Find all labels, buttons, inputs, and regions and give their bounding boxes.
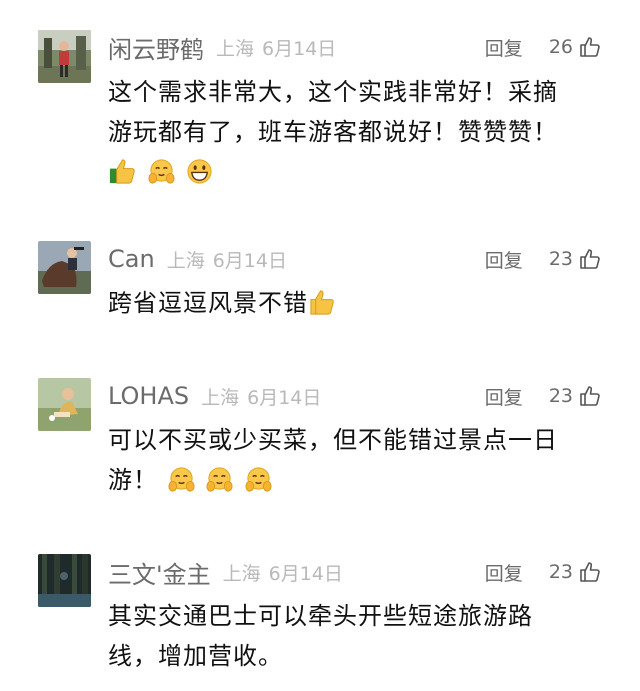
thumbs-up-emoji-icon xyxy=(308,288,337,317)
thumbs-up-outline-icon[interactable] xyxy=(578,560,602,584)
thumbs-up-outline-icon[interactable] xyxy=(578,247,602,271)
comment-actions: 回复 26 xyxy=(485,29,602,65)
like-count: 26 xyxy=(548,36,573,58)
hugging-face-emoji-icon xyxy=(205,465,234,494)
thumbs-up-emoji-icon xyxy=(108,157,137,186)
hugging-face-emoji-icon xyxy=(147,157,176,186)
comment-meta: LOHAS 上海 6月14日 xyxy=(108,378,321,414)
comment-text-line: 游玩都有了，班车游客都说好！赞赞赞！ xyxy=(108,118,558,146)
avatar[interactable] xyxy=(38,378,91,431)
location: 上海 xyxy=(201,386,240,409)
avatar[interactable] xyxy=(38,30,91,83)
comment-text-line: 游！ xyxy=(108,466,158,494)
reply-button[interactable]: 回复 xyxy=(485,34,523,61)
thumbs-up-outline-icon[interactable] xyxy=(578,35,602,59)
comment-meta: 闲云野鹤 上海 6月14日 xyxy=(108,29,336,65)
comment-meta: Can 上海 6月14日 xyxy=(108,241,287,277)
comment-text-line: 这个需求非常大，这个实践非常好！采摘 xyxy=(108,78,558,106)
location: 上海 xyxy=(166,249,205,272)
date: 6月14日 xyxy=(268,562,343,585)
comment-text-line: 跨省逗逗风景不错 xyxy=(108,289,308,317)
comment-text-line: 可以不买或少买菜，但不能错过景点一日 xyxy=(108,426,558,454)
grinning-face-emoji-icon xyxy=(185,157,214,186)
comment-actions: 回复 23 xyxy=(485,554,602,590)
comment-text: 可以不买或少买菜，但不能错过景点一日 游！ xyxy=(108,420,608,501)
reply-button[interactable]: 回复 xyxy=(485,246,523,273)
comment-text-line: 其实交通巴士可以牵头开些短途旅游路 xyxy=(108,602,533,630)
emoji-row xyxy=(108,153,215,193)
like-count: 23 xyxy=(548,561,573,583)
date: 6月14日 xyxy=(262,37,337,60)
like-count: 23 xyxy=(548,385,573,407)
comment-actions: 回复 23 xyxy=(485,378,602,414)
thumbs-up-outline-icon[interactable] xyxy=(578,384,602,408)
avatar[interactable] xyxy=(38,241,91,294)
comment-text: 跨省逗逗风景不错 xyxy=(108,283,608,324)
username[interactable]: 闲云野鹤 xyxy=(108,30,204,65)
username[interactable]: LOHAS xyxy=(108,382,189,410)
hugging-face-emoji-icon xyxy=(244,465,273,494)
location: 上海 xyxy=(222,562,261,585)
username[interactable]: 三文'金主 xyxy=(108,555,211,590)
date: 6月14日 xyxy=(247,386,322,409)
emoji-row xyxy=(308,284,338,324)
emoji-row xyxy=(167,461,274,501)
like-count: 23 xyxy=(548,248,573,270)
reply-button[interactable]: 回复 xyxy=(485,383,523,410)
comment-text: 这个需求非常大，这个实践非常好！采摘 游玩都有了，班车游客都说好！赞赞赞！ xyxy=(108,72,608,193)
location: 上海 xyxy=(216,37,255,60)
reply-button[interactable]: 回复 xyxy=(485,559,523,586)
date: 6月14日 xyxy=(212,249,287,272)
username[interactable]: Can xyxy=(108,245,155,273)
hugging-face-emoji-icon xyxy=(167,465,196,494)
comment-text: 其实交通巴士可以牵头开些短途旅游路 线，增加营收。 xyxy=(108,596,608,676)
avatar[interactable] xyxy=(38,554,91,607)
comment-text-line: 线，增加营收。 xyxy=(108,642,283,670)
comment-actions: 回复 23 xyxy=(485,241,602,277)
comment-meta: 三文'金主 上海 6月14日 xyxy=(108,554,343,590)
